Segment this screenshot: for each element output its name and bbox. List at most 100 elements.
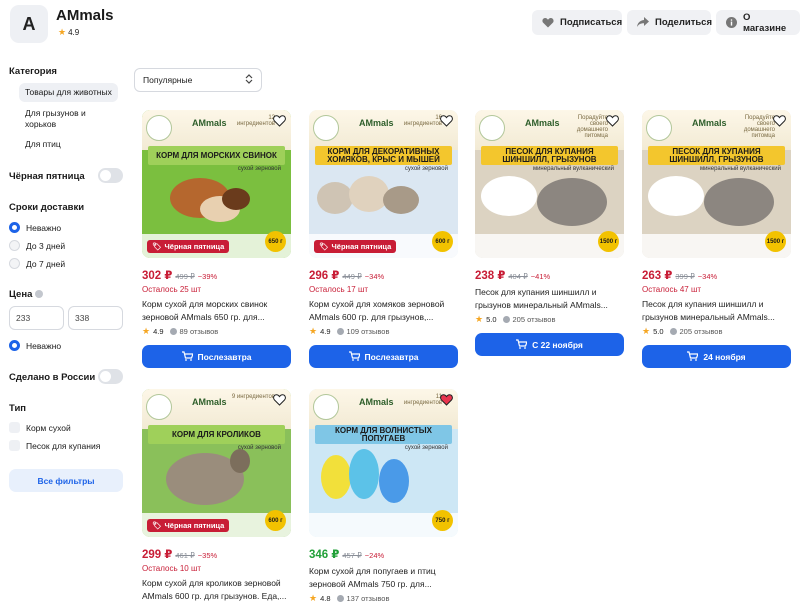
info-icon[interactable] [35,290,44,299]
image-subtitle: сухой зерновой [237,166,281,172]
reviews-count[interactable]: 205 отзывов [513,315,556,324]
delivery-title: Сроки доставки [9,202,85,213]
subscribe-label: Подписаться [560,17,623,28]
star-icon: ★ [142,326,151,336]
current-price: 302 ₽ [142,270,173,282]
add-to-cart-button[interactable]: Послезавтра [309,345,458,368]
black-friday-badge-label: Чёрная пятница [331,242,392,251]
subscribe-button[interactable]: Подписаться [532,10,622,35]
rating-row: ★ 4.8 137 отзывов [309,593,458,604]
product-name[interactable]: Корм сухой для попугаев и птиц зерновой … [309,565,458,591]
favorite-heart-icon[interactable] [440,114,453,127]
price-title: Цена [9,289,44,300]
category-pets[interactable]: Товары для животных [19,83,118,102]
black-friday-toggle[interactable] [98,168,123,183]
add-to-cart-button[interactable]: 24 ноября [642,345,791,368]
product-card[interactable]: AMmals 11 ингредиентов КОРМ ДЛЯ ВОЛНИСТЫ… [309,389,458,604]
store-logo[interactable]: A [10,5,48,43]
store-rating: ★ 4.9 [58,27,79,38]
favorite-heart-icon[interactable] [440,393,453,406]
rating-row: ★ 4.9 89 отзывов [142,326,291,337]
type-sand-label: Песок для купания [26,440,101,451]
price-to-input[interactable]: 338 [68,306,123,330]
comment-icon [669,328,677,335]
favorite-heart-icon[interactable] [273,393,286,406]
add-to-cart-button[interactable]: С 22 ноября [475,333,624,356]
image-title: КОРМ ДЛЯ ВОЛНИСТЫХ ПОПУГАЕВ [315,425,452,444]
stock-left: Осталось 47 шт [642,285,702,294]
product-name[interactable]: Песок для купания шиншилл и грызунов мин… [475,286,624,312]
type-sand-checkbox[interactable]: Песок для купания [9,440,100,451]
delivery-3-days-radio[interactable]: До 3 дней [9,240,65,251]
black-friday-filter-label: Чёрная пятница [9,171,85,182]
product-card[interactable]: AMmals Порадуйте своего домашнего питомц… [642,110,791,368]
type-dry-food-checkbox[interactable]: Корм сухой [9,422,71,433]
product-image[interactable]: AMmals 16 ингредиентов КОРМ ДЛЯ ДЕКОРАТИ… [309,110,458,258]
stock-left: Осталось 10 шт [142,564,202,573]
comment-icon [336,328,344,335]
weight-badge: 750 г [432,510,453,531]
product-name[interactable]: Песок для купания шиншилл и грызунов мин… [642,298,791,324]
add-to-cart-button[interactable]: Послезавтра [142,345,291,368]
current-price: 238 ₽ [475,270,506,282]
all-filters-button[interactable]: Все фильтры [9,469,123,492]
image-title: КОРМ ДЛЯ МОРСКИХ СВИНОК [148,146,285,165]
cart-icon [348,350,361,363]
store-name[interactable]: AMmals [56,7,114,24]
category-rodents[interactable]: Для грызунов и [25,108,86,119]
product-name[interactable]: Корм сухой для хомяков зерновой AMmals 6… [309,298,458,324]
product-card[interactable]: AMmals 9 ингредиентов КОРМ ДЛЯ КРОЛИКОВ … [142,389,291,603]
price-from-input[interactable]: 233 [9,306,64,330]
image-subtitle: сухой зерновой [404,445,448,451]
rating-row: ★ 4.9 109 отзывов [309,326,458,337]
reviews-count[interactable]: 109 отзывов [347,327,390,336]
checkbox-icon [9,440,20,451]
type-dry-food-label: Корм сухой [26,422,71,433]
price-row: 263 ₽ 399 ₽ −34% [642,268,791,282]
product-image[interactable]: AMmals 12 ингредиентов КОРМ ДЛЯ МОРСКИХ … [142,110,291,258]
favorite-heart-icon[interactable] [606,114,619,127]
rating-row: ★ 5.0 205 отзывов [642,326,791,337]
stock-left: Осталось 17 шт [309,285,369,294]
product-image[interactable]: AMmals 11 ингредиентов КОРМ ДЛЯ ВОЛНИСТЫ… [309,389,458,537]
product-image[interactable]: AMmals 9 ингредиентов КОРМ ДЛЯ КРОЛИКОВ … [142,389,291,537]
product-image[interactable]: AMmals Порадуйте своего домашнего питомц… [475,110,624,258]
price-row: 238 ₽ 404 ₽ −41% [475,268,624,282]
image-subtitle: минеральный вулканический [699,166,781,172]
favorite-heart-icon[interactable] [773,114,786,127]
product-card[interactable]: AMmals 12 ингредиентов КОРМ ДЛЯ МОРСКИХ … [142,110,291,368]
delivery-any-radio[interactable]: Неважно [9,222,61,233]
rating-value: 4.9 [320,327,331,336]
reviews-count[interactable]: 89 отзывов [180,327,219,336]
made-in-russia-toggle[interactable] [98,369,123,384]
black-friday-badge: 🏷 Чёрная пятница [147,240,230,253]
about-label: О магазине [743,11,787,34]
radio-icon [9,258,20,269]
reviews-count[interactable]: 205 отзывов [680,327,723,336]
product-name[interactable]: Корм сухой для кроликов зерновой AMmals … [142,577,291,603]
share-button[interactable]: Поделиться [627,10,712,35]
about-store-button[interactable]: О магазине [716,10,800,35]
category-rodents-2[interactable]: хорьков [25,119,56,130]
delivery-7-days-radio[interactable]: До 7 дней [9,258,65,269]
radio-selected-icon [9,340,20,351]
brand-logo: AMmals [359,397,394,407]
image-note: 11 ингредиентов [403,394,442,406]
category-birds[interactable]: Для птиц [25,139,61,150]
favorite-heart-icon[interactable] [273,114,286,127]
product-illustration [648,176,704,216]
product-card[interactable]: AMmals 16 ингредиентов КОРМ ДЛЯ ДЕКОРАТИ… [309,110,458,368]
product-card[interactable]: AMmals Порадуйте своего домашнего питомц… [475,110,624,356]
brand-logo: AMmals [192,118,227,128]
sort-select[interactable]: Популярные [134,68,262,92]
comment-icon [502,316,510,323]
product-illustration [704,178,774,226]
tag-icon: 🏷 [152,242,162,251]
info-icon [726,17,737,29]
product-image[interactable]: AMmals Порадуйте своего домашнего питомц… [642,110,791,258]
comment-icon [336,595,344,602]
delivery-date-label: Послезавтра [364,351,419,362]
reviews-count[interactable]: 137 отзывов [347,594,390,603]
product-name[interactable]: Корм сухой для морских свинок зерновой A… [142,298,291,324]
price-any-radio[interactable]: Неважно [9,340,61,351]
